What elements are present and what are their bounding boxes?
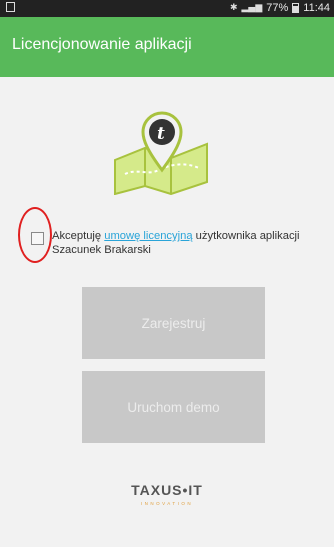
brand-name: TAXUS•IT (131, 482, 203, 498)
gallery-icon (6, 2, 15, 12)
status-bar: ✱ ▂▄▆ 77% 11:44 (0, 0, 334, 17)
bluetooth-icon: ✱ (229, 3, 238, 13)
taxus-it-logo: TAXUS•IT INNOVATION (131, 482, 203, 506)
page-title: Licencjonowanie aplikacji (12, 36, 192, 53)
register-button[interactable]: Zarejestruj (82, 287, 265, 359)
status-icons: ✱ ▂▄▆ 77% 11:44 (230, 2, 330, 14)
map-pin-logo: t (114, 111, 208, 195)
clock: 11:44 (303, 2, 330, 14)
battery-icon (292, 3, 300, 13)
brand-tagline: INNOVATION (141, 501, 193, 506)
demo-button[interactable]: Uruchom demo (82, 371, 265, 443)
app-bar: Licencjonowanie aplikacji (0, 17, 334, 77)
license-text-before: Akceptuję (52, 230, 105, 242)
license-text: Akceptuję umowę licencyjną użytkownika a… (52, 229, 322, 257)
svg-text:t: t (157, 124, 165, 144)
signal-icon: ▂▄▆ (241, 3, 263, 13)
battery-percent: 77% (266, 2, 289, 14)
license-checkbox[interactable] (31, 232, 44, 245)
license-link[interactable]: umowę licencyjną (104, 230, 192, 242)
